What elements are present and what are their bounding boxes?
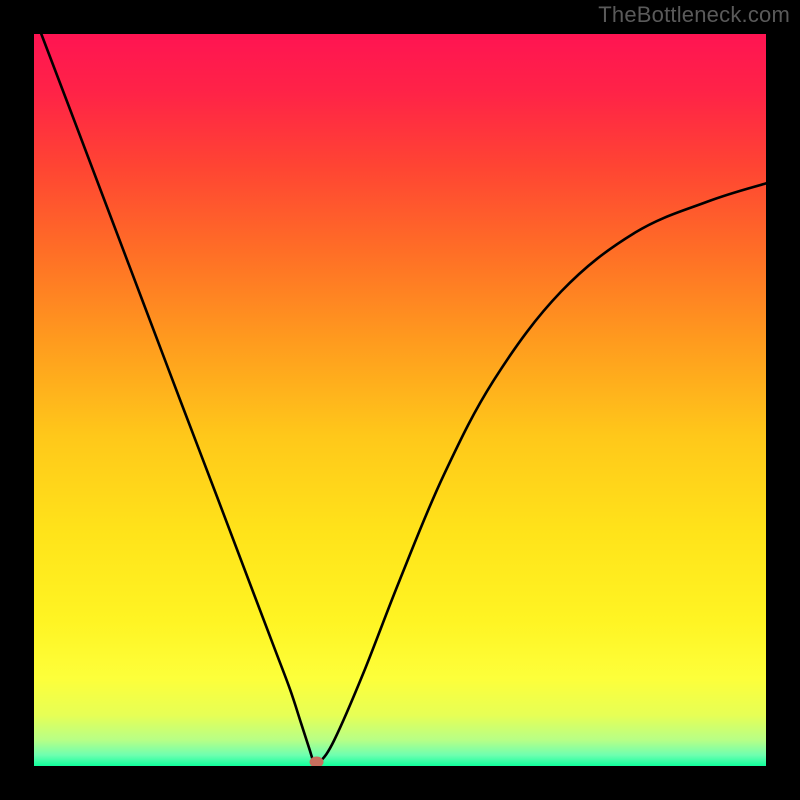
chart-container: TheBottleneck.com bbox=[0, 0, 800, 800]
chart-svg bbox=[34, 34, 766, 766]
watermark-text: TheBottleneck.com bbox=[598, 2, 790, 28]
plot-area bbox=[34, 34, 766, 766]
gradient-bg bbox=[34, 34, 766, 766]
